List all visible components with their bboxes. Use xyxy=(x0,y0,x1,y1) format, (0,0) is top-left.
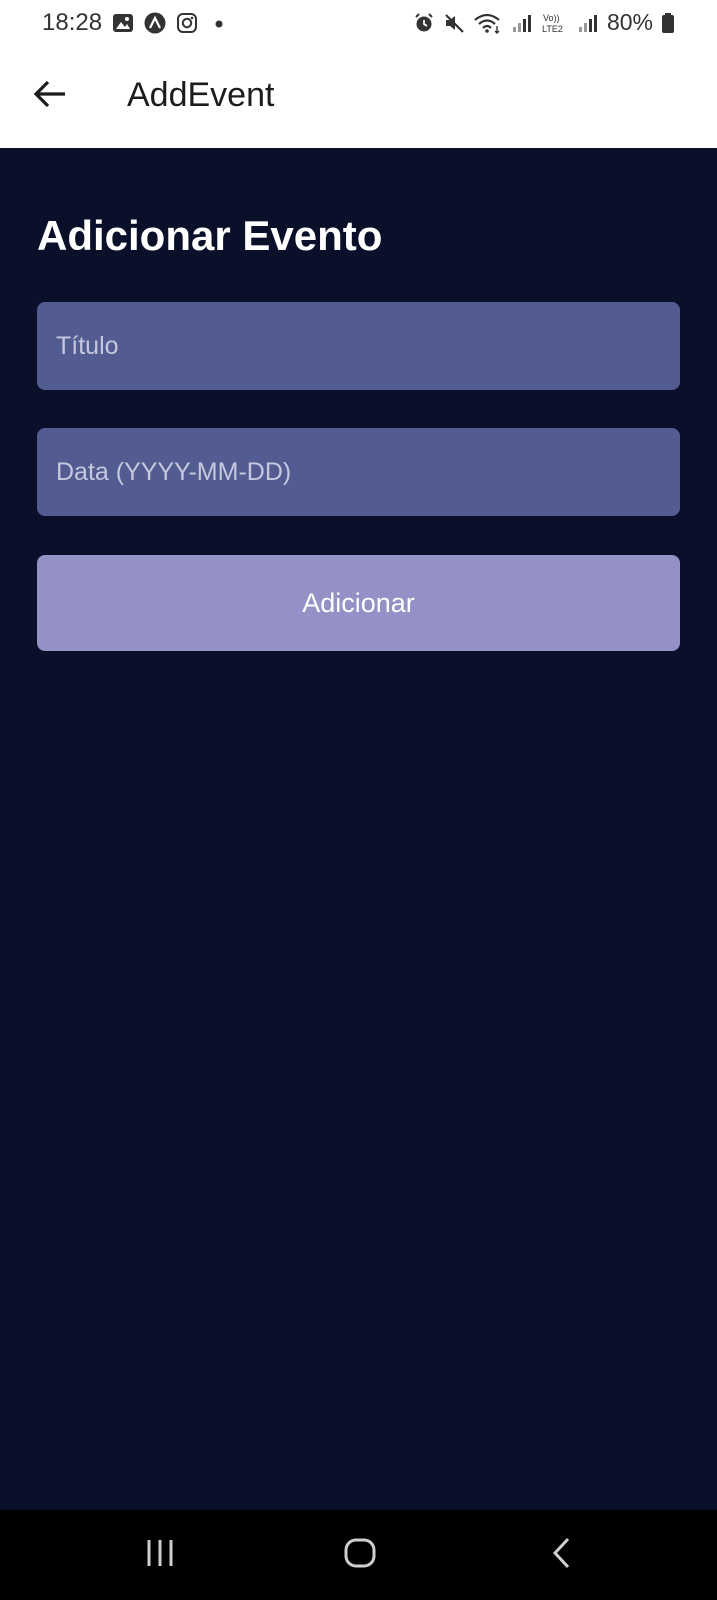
back-icon xyxy=(550,1537,574,1574)
arrow-left-icon xyxy=(32,78,68,115)
image-icon xyxy=(112,12,134,34)
alarm-icon xyxy=(413,12,435,34)
volte-icon: Vo)) LTE2 xyxy=(541,12,569,34)
page-title: Adicionar Evento xyxy=(37,212,383,259)
app-icon xyxy=(144,12,166,34)
recents-button[interactable] xyxy=(130,1530,190,1580)
svg-text:LTE2: LTE2 xyxy=(542,24,563,34)
recents-icon xyxy=(143,1538,177,1573)
battery-percent: 80% xyxy=(606,9,653,35)
battery-icon xyxy=(661,12,675,34)
signal-icon xyxy=(577,12,599,34)
date-input[interactable] xyxy=(37,428,680,516)
status-time: 18:28 xyxy=(42,9,103,36)
status-right: Vo)) LTE2 80% xyxy=(413,9,675,36)
svg-text:Vo)): Vo)) xyxy=(543,13,560,23)
app-title: AddEvent xyxy=(127,76,275,114)
back-button[interactable] xyxy=(28,74,72,118)
instagram-icon xyxy=(176,12,198,34)
status-left: 18:28 xyxy=(42,9,230,37)
app-bar: AddEvent xyxy=(0,50,717,148)
system-back-button[interactable] xyxy=(532,1530,592,1580)
mute-icon xyxy=(443,12,465,34)
system-nav-bar xyxy=(0,1510,717,1600)
home-button[interactable] xyxy=(330,1530,390,1580)
title-input[interactable] xyxy=(37,302,680,390)
home-icon xyxy=(343,1537,377,1574)
add-event-button[interactable]: Adicionar xyxy=(37,555,680,651)
wifi-icon xyxy=(473,12,503,34)
dot-icon xyxy=(208,12,230,34)
status-bar: 18:28 Vo)) LTE2 80% xyxy=(0,0,717,50)
main-content: Adicionar Evento Adicionar xyxy=(0,148,717,1510)
signal-icon xyxy=(511,12,533,34)
